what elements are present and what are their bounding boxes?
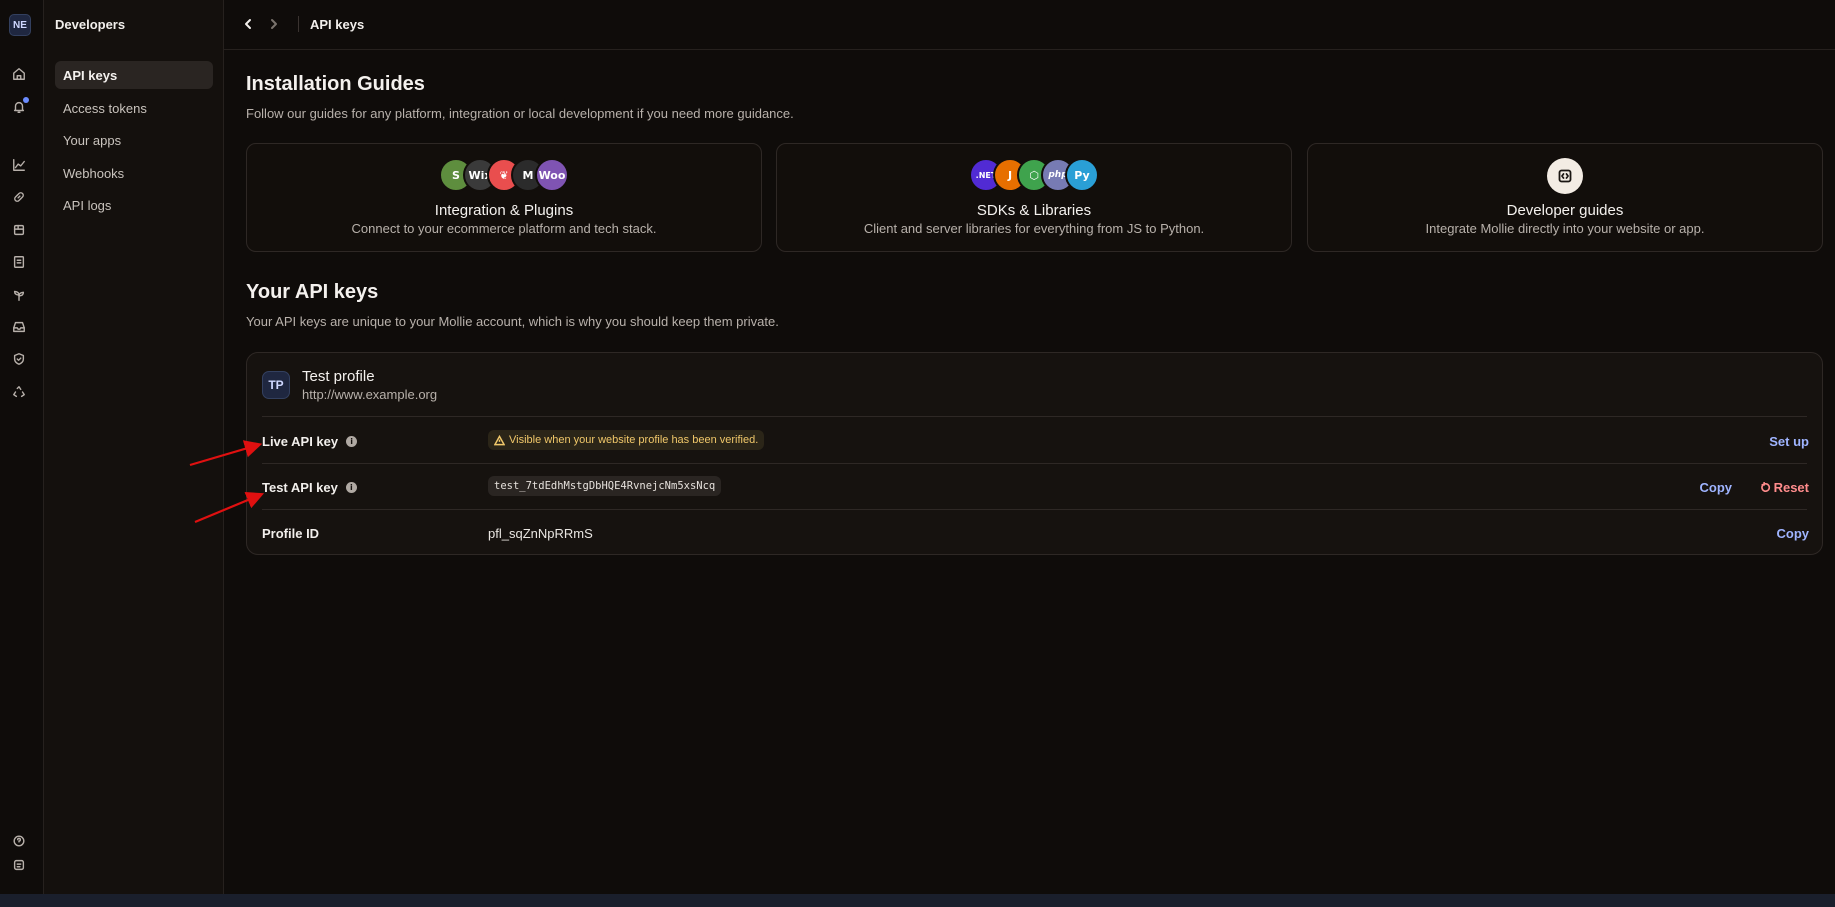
top-divider [298, 16, 299, 32]
forward-button[interactable] [266, 16, 282, 32]
reset-icon [1760, 482, 1770, 492]
installation-guides-heading: Installation Guides [246, 73, 425, 95]
org-avatar[interactable]: NE [9, 14, 31, 36]
integration-logos: S Wix ❦ M Woo [247, 158, 761, 192]
live-key-warning-badge: Visible when your website profile has be… [488, 430, 765, 450]
bottom-strip [0, 894, 1835, 907]
guide-desc: Integrate Mollie directly into your webs… [1425, 221, 1705, 236]
copy-test-key-button[interactable]: Copy [1700, 480, 1733, 495]
api-keys-subheading: Your API keys are unique to your Mollie … [246, 314, 779, 329]
shield-icon[interactable] [11, 351, 27, 367]
guide-title: Developer guides [1506, 202, 1624, 219]
icon-rail: NE [0, 0, 44, 894]
profile-id-value[interactable]: pfl_sqZnNpRRmS [488, 526, 593, 541]
top-bar: API keys [224, 0, 1835, 50]
warning-text: Visible when your website profile has be… [509, 434, 759, 446]
warning-icon [494, 434, 505, 445]
api-keys-card: TP Test profile http://www.example.org L… [246, 352, 1823, 555]
profile-name: Test profile [302, 368, 375, 385]
live-api-key-label: Live API key i [262, 434, 358, 449]
guide-title: SDKs & Libraries [976, 202, 1092, 219]
sidebar-item-access-tokens[interactable]: Access tokens [55, 94, 213, 122]
chart-icon[interactable] [11, 157, 27, 173]
bell-icon[interactable] [11, 97, 29, 115]
api-keys-heading: Your API keys [246, 281, 379, 303]
developers-sidebar: Developers API keys Access tokens Your a… [44, 0, 224, 894]
divider [262, 509, 1807, 510]
woocommerce-logo: Woo [535, 158, 569, 192]
info-icon[interactable]: i [346, 436, 358, 447]
home-icon[interactable] [11, 66, 27, 82]
guide-title: Integration & Plugins [434, 202, 574, 219]
divider [262, 416, 1807, 417]
integration-plugins-card[interactable]: S Wix ❦ M Woo Integration & Plugins Conn… [246, 143, 762, 252]
inbox-icon[interactable] [11, 319, 27, 335]
profile-url: http://www.example.org [302, 387, 438, 402]
terminal-icon[interactable] [11, 857, 27, 873]
sdk-logos: .NET J ⬡ php Py [777, 158, 1291, 192]
notification-dot [23, 97, 29, 103]
document-icon[interactable] [11, 254, 27, 270]
sidebar-item-your-apps[interactable]: Your apps [55, 126, 213, 154]
row-label-text: Profile ID [262, 526, 320, 541]
reset-label: Reset [1773, 480, 1809, 495]
test-api-key-value[interactable]: test_7tdEdhMstgDbHQE4RvnejcNm5xsNcq [488, 476, 722, 496]
python-logo: Py [1065, 158, 1099, 192]
plant-icon[interactable] [11, 287, 27, 303]
page-title: API keys [310, 17, 365, 32]
test-api-key-label: Test API key i [262, 480, 357, 495]
profile-avatar: TP [262, 371, 290, 399]
developer-guides-logo-row [1308, 158, 1822, 194]
sdks-libraries-card[interactable]: .NET J ⬡ php Py SDKs & Libraries Client … [776, 143, 1292, 252]
sidebar-item-api-keys[interactable]: API keys [55, 61, 213, 89]
sidebar-item-api-logs[interactable]: API logs [55, 191, 213, 219]
link-icon[interactable] [11, 189, 27, 205]
chevron-left-icon [245, 19, 251, 29]
help-icon[interactable] [11, 833, 27, 849]
profile-id-label: Profile ID [262, 526, 319, 541]
guide-desc: Connect to your ecommerce platform and t… [351, 221, 657, 236]
developer-guides-card[interactable]: Developer guides Integrate Mollie direct… [1307, 143, 1823, 252]
guide-desc: Client and server libraries for everythi… [863, 221, 1205, 236]
row-label-text: Test API key [262, 480, 338, 495]
copy-profile-id-button[interactable]: Copy [1777, 526, 1810, 541]
info-icon[interactable]: i [345, 482, 357, 493]
set-up-button[interactable]: Set up [1769, 434, 1809, 449]
recycle-icon[interactable] [11, 384, 27, 400]
chevron-right-icon [271, 19, 277, 29]
installation-guides-subheading: Follow our guides for any platform, inte… [246, 106, 794, 121]
back-button[interactable] [240, 16, 256, 32]
divider [262, 463, 1807, 464]
store-icon[interactable] [11, 222, 27, 238]
reset-test-key-button[interactable]: Reset [1760, 480, 1809, 495]
sidebar-item-webhooks[interactable]: Webhooks [55, 159, 213, 187]
row-label-text: Live API key [262, 434, 339, 449]
sidebar-title: Developers [55, 17, 126, 32]
code-icon [1547, 158, 1583, 194]
